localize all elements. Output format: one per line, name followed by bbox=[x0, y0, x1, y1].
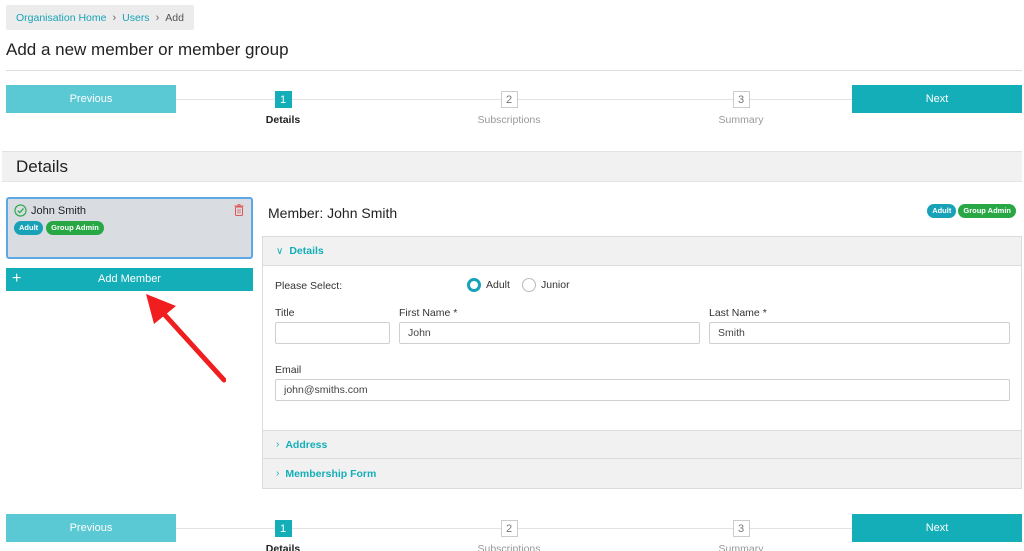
please-select-label: Please Select: bbox=[275, 280, 343, 292]
annotation-arrow-icon bbox=[146, 294, 226, 383]
add-member-label: Add Member bbox=[98, 273, 161, 285]
member-heading: Member: John Smith bbox=[268, 205, 398, 221]
chevron-right-icon: › bbox=[276, 468, 280, 479]
breadcrumb-users[interactable]: Users bbox=[122, 12, 149, 24]
member-details-panel: ∨ Details Please Select: Adult Junior Ti… bbox=[262, 236, 1022, 489]
email-label: Email bbox=[275, 364, 302, 376]
badge-adult: Adult bbox=[14, 221, 44, 235]
breadcrumb: Organisation Home › Users › Add bbox=[6, 5, 194, 30]
step-number: 1 bbox=[274, 91, 292, 108]
wizard-step-1[interactable]: 1 Details bbox=[243, 91, 323, 126]
plus-icon: + bbox=[12, 270, 22, 287]
step-number: 2 bbox=[500, 520, 518, 537]
wizard-top: Previous 1 Details 2 Subscriptions 3 Sum… bbox=[0, 85, 1024, 129]
radio-junior[interactable]: Junior bbox=[522, 278, 570, 292]
member-card-name: John Smith bbox=[31, 204, 87, 217]
chevron-right-icon: › bbox=[112, 11, 117, 24]
email-input[interactable] bbox=[275, 379, 1010, 401]
step-number: 1 bbox=[274, 520, 292, 537]
accordion-membership-form[interactable]: › Membership Form bbox=[263, 459, 1021, 488]
member-badges: Adult Group Admin bbox=[927, 204, 1016, 218]
step-label: Details bbox=[265, 114, 301, 126]
chevron-right-icon: › bbox=[276, 439, 280, 450]
step-number: 3 bbox=[732, 520, 750, 537]
badge-adult: Adult bbox=[927, 204, 957, 218]
breadcrumb-organisation-home[interactable]: Organisation Home bbox=[16, 12, 106, 24]
accordion-address-label: Address bbox=[285, 438, 328, 451]
previous-button[interactable]: Previous bbox=[6, 514, 176, 542]
section-title: Details bbox=[16, 156, 68, 176]
add-member-button[interactable]: + Add Member bbox=[6, 268, 253, 291]
accordion-details-label: Details bbox=[289, 245, 324, 257]
badge-group-admin: Group Admin bbox=[46, 221, 104, 235]
breadcrumb-current: Add bbox=[165, 11, 184, 24]
radio-adult-label: Adult bbox=[486, 279, 510, 291]
next-button[interactable]: Next bbox=[852, 85, 1022, 113]
next-button[interactable]: Next bbox=[852, 514, 1022, 542]
wizard-bottom: Previous 1 Details 2 Subscriptions 3 Sum… bbox=[0, 514, 1024, 551]
section-header: Details bbox=[2, 151, 1022, 182]
first-name-label: First Name * bbox=[399, 307, 458, 319]
step-label: Summary bbox=[718, 543, 764, 551]
chevron-right-icon: › bbox=[155, 11, 160, 24]
wizard-step-3[interactable]: 3 Summary bbox=[701, 520, 781, 551]
step-label: Summary bbox=[718, 114, 764, 126]
chevron-down-icon: ∨ bbox=[276, 245, 284, 257]
check-circle-icon bbox=[14, 204, 27, 217]
accordion-details[interactable]: ∨ Details bbox=[263, 237, 1021, 266]
title-label: Title bbox=[275, 307, 295, 319]
step-label: Subscriptions bbox=[477, 543, 541, 551]
first-name-input[interactable] bbox=[399, 322, 700, 344]
trash-icon[interactable] bbox=[234, 204, 244, 216]
divider bbox=[6, 70, 1022, 71]
title-input[interactable] bbox=[275, 322, 390, 344]
step-label: Subscriptions bbox=[477, 114, 541, 126]
member-card[interactable]: John Smith Adult Group Admin bbox=[6, 197, 253, 259]
last-name-input[interactable] bbox=[709, 322, 1010, 344]
step-number: 2 bbox=[500, 91, 518, 108]
badge-group-admin: Group Admin bbox=[958, 204, 1016, 218]
step-label: Details bbox=[265, 543, 301, 551]
radio-circle bbox=[522, 278, 536, 292]
wizard-step-1[interactable]: 1 Details bbox=[243, 520, 323, 551]
details-form: Please Select: Adult Junior Title First … bbox=[263, 266, 1021, 430]
wizard-step-2[interactable]: 2 Subscriptions bbox=[469, 520, 549, 551]
accordion-membership-form-label: Membership Form bbox=[285, 467, 377, 480]
previous-button[interactable]: Previous bbox=[6, 85, 176, 113]
wizard-step-2[interactable]: 2 Subscriptions bbox=[469, 91, 549, 126]
page-title: Add a new member or member group bbox=[6, 40, 289, 59]
wizard-step-3[interactable]: 3 Summary bbox=[701, 91, 781, 126]
radio-circle bbox=[467, 278, 481, 292]
last-name-label: Last Name * bbox=[709, 307, 767, 319]
step-number: 3 bbox=[732, 91, 750, 108]
radio-junior-label: Junior bbox=[541, 279, 570, 291]
radio-adult[interactable]: Adult bbox=[467, 278, 510, 292]
accordion-address[interactable]: › Address bbox=[263, 430, 1021, 459]
